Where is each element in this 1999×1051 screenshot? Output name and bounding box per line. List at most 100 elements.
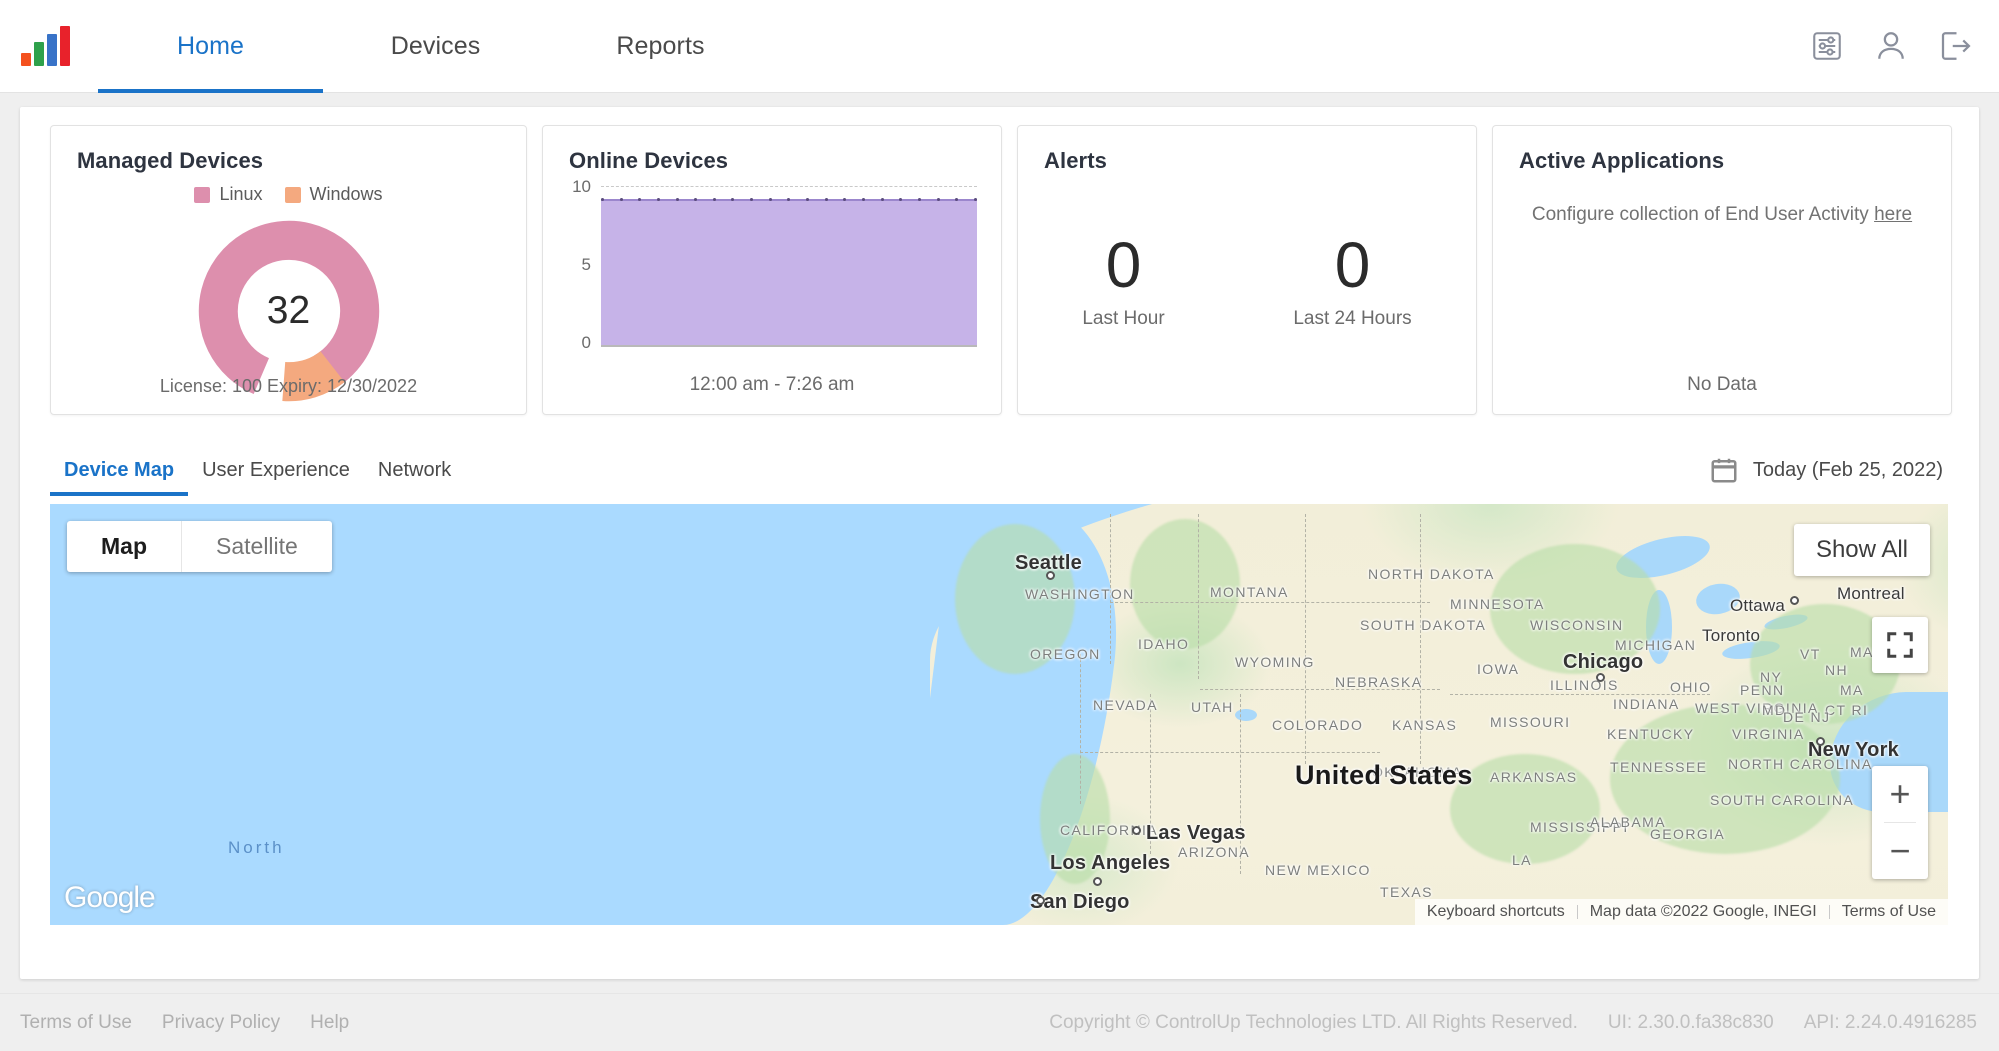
active-applications-title: Active Applications [1519,148,1725,173]
map-state-label: IOWA [1477,661,1520,677]
top-navigation-bar: Home Devices Reports [0,0,1999,93]
logout-icon[interactable] [1937,28,1973,64]
alerts-metrics: 0 Last Hour 0 Last 24 Hours [1018,126,1476,414]
map-state-label: ARKANSAS [1490,769,1578,785]
keyboard-shortcuts-link[interactable]: Keyboard shortcuts [1415,903,1577,921]
map-state-label: CALIFORNIA [1060,822,1159,838]
online-devices-time-range: 12:00 am - 7:26 am [689,374,855,395]
map-state-label: WASHINGTON [1025,586,1135,602]
map-zoom-out-button[interactable]: − [1872,823,1928,879]
subtab-network[interactable]: Network [364,459,465,496]
summary-card-row: Managed Devices Linux Windows 32 License… [50,125,1952,415]
controlup-logo-icon[interactable] [21,26,77,66]
map-state-label: COLORADO [1272,717,1364,733]
map-zoom-in-button[interactable]: + [1872,766,1928,822]
active-applications-message-text: Configure collection of End User Activit… [1531,204,1875,225]
map-type-map[interactable]: Map [67,521,182,572]
alerts-last-hour[interactable]: 0 Last Hour [1082,232,1164,329]
online-devices-area-chart[interactable]: 10 5 0 [565,177,981,369]
y-tick-0: 0 [581,333,591,352]
map-city-label: Montreal [1837,584,1905,603]
map-state-label: KANSAS [1392,717,1458,733]
footer-api-version: API: 2.24.0.4916285 [1803,1011,1977,1033]
nav-tab-devices-label: Devices [390,31,481,60]
map-country-label: United States [1295,760,1473,790]
footer-terms-of-use-link[interactable]: Terms of Use [20,1012,132,1034]
subtab-network-label: Network [377,459,452,481]
fullscreen-button[interactable] [1872,617,1928,673]
area-series-points [601,198,977,203]
user-account-icon[interactable] [1873,28,1909,64]
map-state-label: TENNESSEE [1610,759,1708,775]
map-state-label: CT RI [1825,702,1869,718]
dashboard-content: Managed Devices Linux Windows 32 License… [0,93,1999,993]
map-terms-of-use-link[interactable]: Terms of Use [1830,903,1948,921]
logo-bar-1 [21,53,31,66]
nav-tab-devices[interactable]: Devices [323,0,548,93]
city-dot-ottawa [1790,596,1799,605]
map-state-label: WYOMING [1235,654,1315,670]
map-state-label: TEXAS [1380,884,1433,900]
map-state-label: NEVADA [1093,697,1158,713]
card-managed-devices: Managed Devices Linux Windows 32 License… [50,125,527,415]
city-dot-san-diego [1036,896,1045,905]
alerts-last-24-hours-value: 0 [1334,229,1371,302]
date-range-selector[interactable]: Today (Feb 25, 2022) [1709,455,1943,485]
subtab-user-experience[interactable]: User Experience [188,459,364,496]
footer-version-info: Copyright © ControlUp Technologies LTD. … [1049,1012,1977,1034]
subtab-user-experience-label: User Experience [202,459,350,481]
city-dot-seattle [1046,571,1055,580]
alerts-last-24-hours-label: Last 24 Hours [1293,307,1412,329]
legend-item-linux: Linux [194,184,263,205]
configure-end-user-activity-link[interactable]: here [1874,204,1912,225]
state-border-5 [1080,654,1081,804]
footer-links: Terms of Use Privacy Policy Help [20,1012,349,1034]
map-state-label: OHIO [1670,679,1712,695]
subtab-device-map-label: Device Map [64,459,175,481]
map-state-label: GEORGIA [1650,826,1726,842]
header-action-icons [1809,28,1973,64]
online-devices-plot-area [601,184,977,347]
fullscreen-icon [1887,632,1913,658]
dashboard-subtabs: Device Map User Experience Network [50,440,465,496]
alerts-last-hour-value: 0 [1105,229,1142,302]
card-alerts: Alerts 0 Last Hour 0 Last 24 Hours [1017,125,1477,415]
map-state-label: SOUTH DAKOTA [1360,617,1487,633]
alerts-last-hour-label: Last Hour [1082,307,1165,329]
footer-help-link[interactable]: Help [310,1012,349,1034]
nav-tab-reports[interactable]: Reports [548,0,773,93]
y-tick-10: 10 [572,177,591,196]
map-city-label: Chicago [1563,651,1644,673]
nav-tab-home[interactable]: Home [98,0,323,93]
active-applications-message: Configure collection of End User Activit… [1493,204,1951,226]
map-state-label: KENTUCKY [1607,726,1695,742]
managed-devices-legend: Linux Windows [51,184,526,205]
device-map[interactable]: WASHINGTON MONTANA NORTH DAKOTA MINNESOTA SO… [50,504,1948,925]
map-state-label: MINNESOTA [1450,596,1545,612]
footer-privacy-policy-link[interactable]: Privacy Policy [162,1012,280,1034]
map-city-label: Los Angeles [1050,852,1171,874]
city-dot-los-angeles [1093,877,1102,886]
subtab-device-map[interactable]: Device Map [50,459,189,496]
nav-tab-reports-label: Reports [616,31,705,60]
dashboard-sheet: Managed Devices Linux Windows 32 License… [20,107,1979,979]
google-logo: Google [64,881,156,914]
alerts-last-24-hours[interactable]: 0 Last 24 Hours [1293,232,1411,329]
map-state-label: LA [1512,852,1532,868]
area-series-fill [601,200,977,345]
x-axis-baseline [601,345,977,347]
settings-sliders-icon[interactable] [1809,28,1845,64]
logo-bar-4 [60,26,70,66]
legend-label-windows: Windows [309,184,383,204]
map-type-satellite[interactable]: Satellite [182,521,332,572]
managed-devices-license-info: License: 100 Expiry: 12/30/2022 [159,376,418,396]
online-devices-title: Online Devices [569,148,729,173]
main-nav-tabs: Home Devices Reports [98,0,773,93]
map-state-label: OREGON [1030,646,1101,662]
map-state-label: INDIANA [1613,696,1680,712]
calendar-icon [1709,455,1739,485]
show-all-button[interactable]: Show All [1793,524,1930,576]
map-state-label: VT [1800,646,1821,662]
nav-tab-home-label: Home [176,31,245,60]
footer-ui-version: UI: 2.30.0.fa38c830 [1607,1011,1774,1033]
